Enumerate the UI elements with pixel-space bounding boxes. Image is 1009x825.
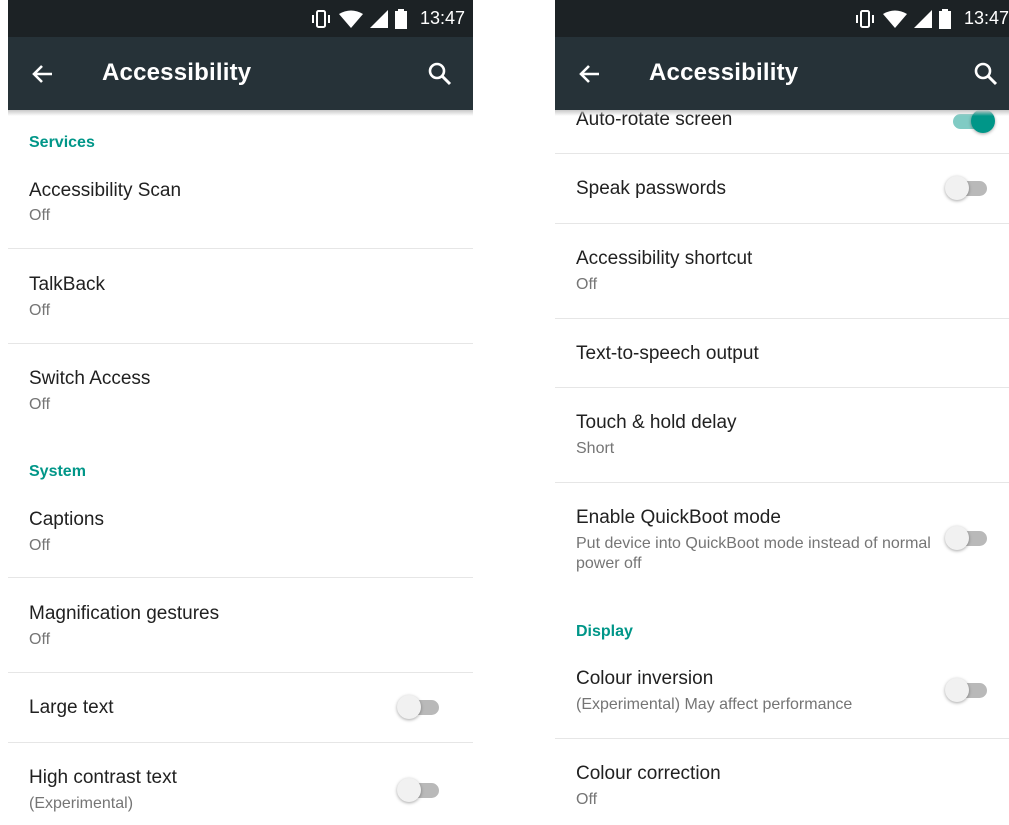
list-item-accessibility-scan[interactable]: Accessibility Scan Off [8,166,473,249]
item-title: Accessibility Scan [29,180,182,201]
item-title: Colour correction [576,763,721,784]
speak-passwords-toggle[interactable] [945,175,991,201]
list-item-auto-rotate-screen[interactable]: Auto-rotate screen [555,110,1009,154]
cell-signal-icon [369,9,388,28]
item-summary: Put device into QuickBoot mode instead o… [576,535,931,572]
page-title: Accessibility [102,59,252,86]
item-title: Captions [29,509,104,530]
settings-list[interactable]: Services Accessibility Scan Off TalkBack… [8,110,473,825]
item-title: Text-to-speech output [576,343,759,364]
list-item-colour-correction[interactable]: Colour correction Off [555,739,1009,825]
list-item-switch-access[interactable]: Switch Access Off [8,344,473,454]
item-summary: Off [29,631,51,648]
item-title: High contrast text [29,767,177,788]
quickboot-toggle[interactable] [945,525,991,551]
search-icon[interactable] [973,61,999,87]
list-item-large-text[interactable]: Large text [8,673,473,742]
item-summary: (Experimental) May affect performance [576,696,853,713]
toggle-thumb [397,695,421,719]
status-bar: 13:47 [8,0,473,37]
item-title: Enable QuickBoot mode [576,507,781,528]
toggle-thumb [945,526,969,550]
item-summary: (Experimental) [29,795,134,812]
item-title: Accessibility shortcut [576,248,753,269]
list-item-magnification-gestures[interactable]: Magnification gestures Off [8,578,473,672]
battery-icon [394,8,407,29]
list-item-speak-passwords[interactable]: Speak passwords [555,154,1009,223]
list-item-accessibility-shortcut[interactable]: Accessibility shortcut Off [555,224,1009,318]
item-summary: Off [576,791,598,808]
vibrate-icon [855,9,874,28]
cell-signal-icon [913,9,932,28]
high-contrast-text-toggle[interactable] [397,777,443,803]
wifi-icon [882,10,907,28]
status-time: 13:47 [963,8,1009,28]
section-header-display: Display [576,623,633,640]
item-title: Magnification gestures [29,603,220,624]
toggle-thumb [397,778,421,802]
item-summary: Off [29,207,51,224]
list-item-enable-quickboot-mode[interactable]: Enable QuickBoot mode Put device into Qu… [555,483,1009,603]
list-item-high-contrast-text[interactable]: High contrast text (Experimental) [8,743,473,825]
toggle-thumb [945,678,969,702]
colour-inversion-toggle[interactable] [945,677,991,703]
toolbar-shadow [555,110,1009,116]
app-toolbar: Accessibility [8,37,473,110]
item-title: Colour inversion [576,668,714,689]
toggle-thumb [945,176,969,200]
item-summary: Off [29,396,51,413]
item-title: Large text [29,697,114,718]
item-title: Switch Access [29,368,151,389]
search-icon[interactable] [427,61,453,87]
item-title: Speak passwords [576,178,726,199]
right-screen: 13:47 Accessibility Auto-rotate screen S… [555,0,1009,825]
list-item-text-to-speech-output[interactable]: Text-to-speech output [555,319,1009,388]
wifi-icon [338,10,363,28]
list-item-talkback[interactable]: TalkBack Off [8,249,473,344]
settings-list[interactable]: Auto-rotate screen Speak passwords Acces… [555,110,1009,825]
item-summary: Off [29,302,51,319]
page-title: Accessibility [649,59,799,86]
back-arrow-icon[interactable] [30,61,56,87]
list-item-colour-inversion[interactable]: Colour inversion (Experimental) May affe… [555,653,1009,738]
item-summary: Off [576,276,598,293]
large-text-toggle[interactable] [397,694,443,720]
app-toolbar: Accessibility [555,37,1009,110]
back-arrow-icon[interactable] [577,61,603,87]
item-summary: Off [29,537,51,554]
list-item-captions[interactable]: Captions Off [8,494,473,577]
item-summary: Short [576,440,615,457]
section-header-services: Services [29,134,95,151]
left-screen: 13:47 Accessibility Services Accessibili… [8,0,473,825]
list-item-touch-hold-delay[interactable]: Touch & hold delay Short [555,388,1009,482]
status-bar: 13:47 [555,0,1009,37]
status-time: 13:47 [419,8,465,28]
section-header-system: System [29,463,86,480]
battery-icon [938,8,951,29]
item-title: TalkBack [29,274,106,295]
vibrate-icon [311,9,330,28]
item-title: Touch & hold delay [576,412,737,433]
